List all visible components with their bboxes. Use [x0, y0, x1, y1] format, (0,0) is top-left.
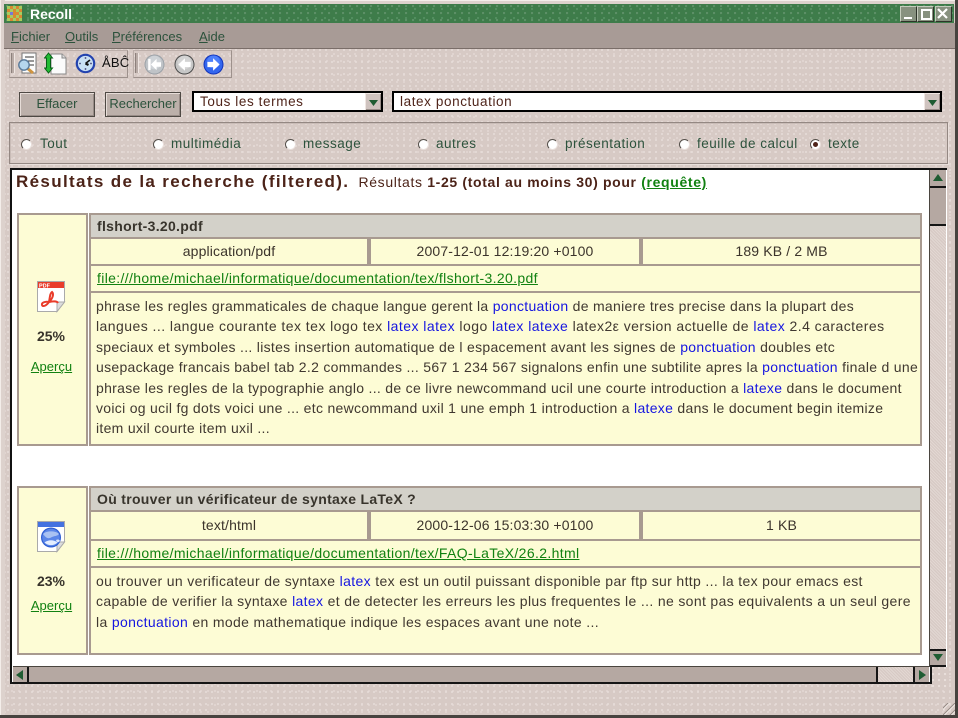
svg-text:PDF: PDF — [39, 284, 51, 290]
